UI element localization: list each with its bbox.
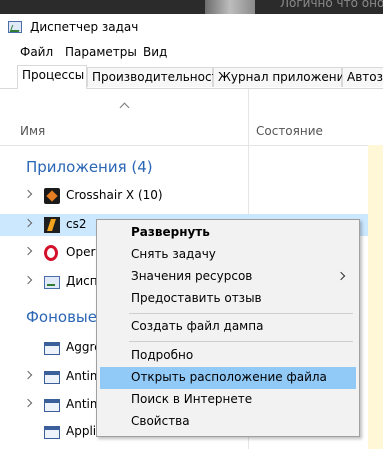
menu-item-label: Снять задачу <box>131 247 216 261</box>
menu-item-label: Открыть расположение файла <box>131 370 327 384</box>
expand-chevron-icon[interactable] <box>23 275 33 285</box>
background-thumbnail <box>205 0 255 14</box>
menu-item-open-file-location[interactable]: Открыть расположение файла <box>100 367 356 389</box>
submenu-arrow-icon <box>336 271 346 281</box>
menu-bar: Файл Параметры Вид <box>0 42 383 64</box>
process-name: cs2 <box>66 217 87 231</box>
menu-separator <box>129 313 353 314</box>
menu-separator <box>129 341 353 342</box>
menu-item-details[interactable]: Подробно <box>100 345 356 367</box>
tab-app-history[interactable]: Журнал приложений <box>213 67 352 87</box>
menu-item-label: Поиск в Интернете <box>131 392 253 406</box>
cs2-icon <box>44 217 60 233</box>
expand-chevron-icon[interactable] <box>23 370 33 380</box>
menu-item-label: Свойства <box>131 414 190 428</box>
expand-chevron-icon[interactable] <box>23 189 33 199</box>
column-header: Имя Состояние <box>0 89 383 146</box>
menu-item-resource-values[interactable]: Значения ресурсов <box>100 266 356 288</box>
expand-chevron-icon[interactable] <box>23 246 33 256</box>
process-icon <box>44 399 60 412</box>
expand-chevron-icon[interactable] <box>23 398 33 408</box>
menu-item-label: Предоставить отзыв <box>131 291 262 305</box>
opera-icon <box>44 245 58 261</box>
background-window-strip: Логично что оно <box>0 0 383 14</box>
tab-bar: Процессы Производительность Журнал прило… <box>0 64 383 89</box>
group-header-background: Фоновые <box>26 308 97 326</box>
menu-item-end-task[interactable]: Снять задачу <box>100 244 356 266</box>
crosshair-x-icon <box>44 188 60 204</box>
tab-performance[interactable]: Производительность <box>87 67 226 87</box>
background-ghost-text: Логично что оно <box>280 0 383 10</box>
expand-chevron-icon[interactable] <box>23 218 33 228</box>
process-icon <box>44 371 60 384</box>
process-icon <box>44 426 60 439</box>
menu-view[interactable]: Вид <box>143 45 167 59</box>
menu-item-feedback[interactable]: Предоставить отзыв <box>100 288 356 310</box>
task-manager-icon <box>44 276 60 289</box>
menu-item-label: Подробно <box>131 348 194 362</box>
menu-item-label: Развернуть <box>131 225 210 239</box>
menu-item-label: Значения ресурсов <box>131 269 253 283</box>
task-manager-icon <box>8 21 22 33</box>
sort-up-icon <box>119 102 130 113</box>
menu-item-search-online[interactable]: Поиск в Интернете <box>100 389 356 411</box>
process-row[interactable]: Crosshair X (10) <box>0 185 368 207</box>
tab-processes[interactable]: Процессы <box>17 65 87 89</box>
window-title: Диспетчер задач <box>30 20 139 34</box>
menu-item-properties[interactable]: Свойства <box>100 411 356 433</box>
menu-item-label: Создать файл дампа <box>131 319 264 333</box>
process-name: Crosshair X (10) <box>66 188 163 202</box>
group-header-apps: Приложения (4) <box>26 158 153 176</box>
title-bar[interactable]: Диспетчер задач <box>0 14 383 42</box>
tab-startup[interactable]: Автоза <box>342 67 383 87</box>
column-status-header[interactable]: Состояние <box>256 124 323 138</box>
resource-column-highlight <box>368 145 383 449</box>
menu-params[interactable]: Параметры <box>65 45 137 59</box>
menu-item-create-dump[interactable]: Создать файл дампа <box>100 316 356 338</box>
menu-file[interactable]: Файл <box>20 45 53 59</box>
context-menu: Развернуть Снять задачу Значения ресурсо… <box>96 219 360 437</box>
menu-item-expand[interactable]: Развернуть <box>100 222 356 244</box>
column-name-header[interactable]: Имя <box>20 124 45 138</box>
process-icon <box>44 342 60 355</box>
